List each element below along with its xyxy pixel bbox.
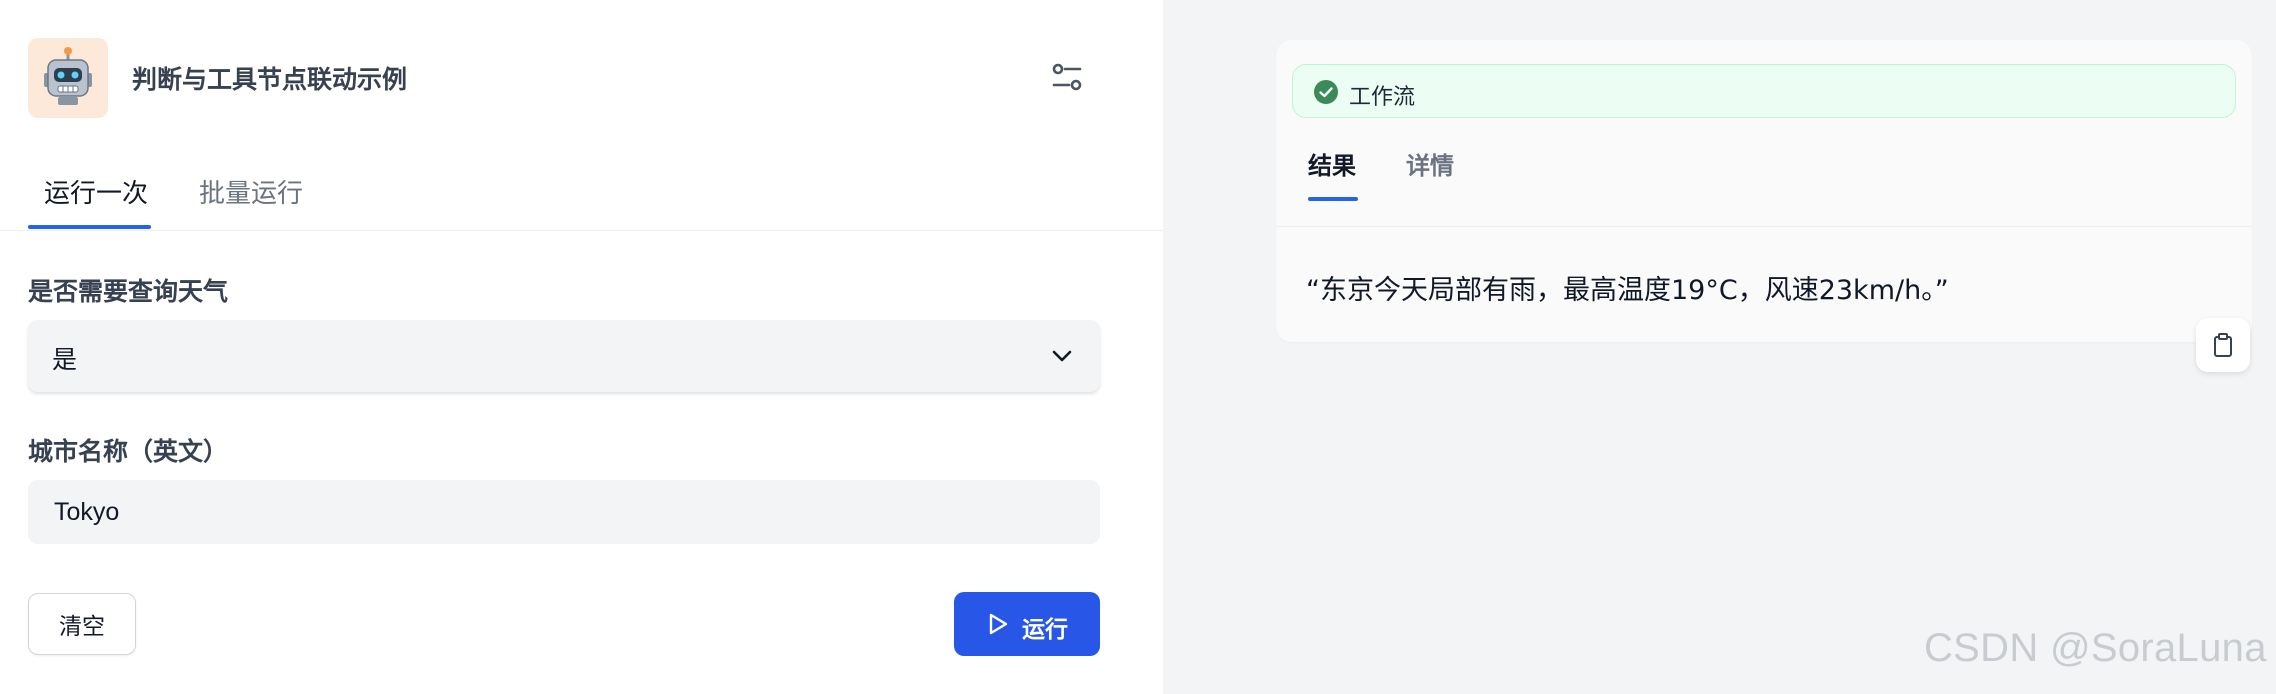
workflow-status-label: 工作流 <box>1349 85 1416 110</box>
clear-button[interactable]: 清空 <box>28 593 136 655</box>
csdn-watermark: CSDN @SoraLuna <box>1924 626 2267 670</box>
active-result-tab-indicator <box>1308 197 1358 201</box>
tab-batch-run[interactable]: 批量运行 <box>199 173 303 210</box>
app-title: 判断与工具节点联动示例 <box>132 65 408 94</box>
result-card: 工作流 结果 详情 “东京今天局部有雨，最高温度19°C，风速23km/h。” <box>1276 40 2252 342</box>
copy-clipboard-button[interactable] <box>2196 318 2250 372</box>
tab-result[interactable]: 结果 <box>1308 146 1356 181</box>
run-button[interactable]: 运行 <box>954 592 1100 656</box>
clipboard-icon <box>2214 333 2232 357</box>
run-panel: 判断与工具节点联动示例 运行一次 批量运行 是否需要查询天气 是 城市名称（英文… <box>0 0 1163 694</box>
chevron-down-icon <box>1052 350 1072 362</box>
play-icon <box>989 613 1008 635</box>
check-circle-icon <box>1314 80 1338 104</box>
city-name-label: 城市名称（英文） <box>28 437 229 466</box>
tabs-divider <box>0 230 1163 231</box>
tab-detail[interactable]: 详情 <box>1406 146 1454 181</box>
settings-sliders-icon[interactable] <box>1048 58 1086 96</box>
weather-query-selected-value: 是 <box>52 345 78 374</box>
result-output-text: “东京今天局部有雨，最高温度19°C，风速23km/h。” <box>1306 275 1949 306</box>
weather-query-select[interactable]: 是 <box>28 320 1100 392</box>
city-name-input[interactable] <box>28 480 1100 544</box>
active-tab-indicator <box>28 225 151 229</box>
tab-run-once[interactable]: 运行一次 <box>44 173 148 210</box>
run-button-label: 运行 <box>1022 617 1068 643</box>
result-tabs-divider <box>1276 226 2252 227</box>
workflow-status-badge[interactable]: 工作流 <box>1292 64 2236 118</box>
weather-query-label: 是否需要查询天气 <box>28 277 229 306</box>
app-robot-icon <box>28 38 108 118</box>
